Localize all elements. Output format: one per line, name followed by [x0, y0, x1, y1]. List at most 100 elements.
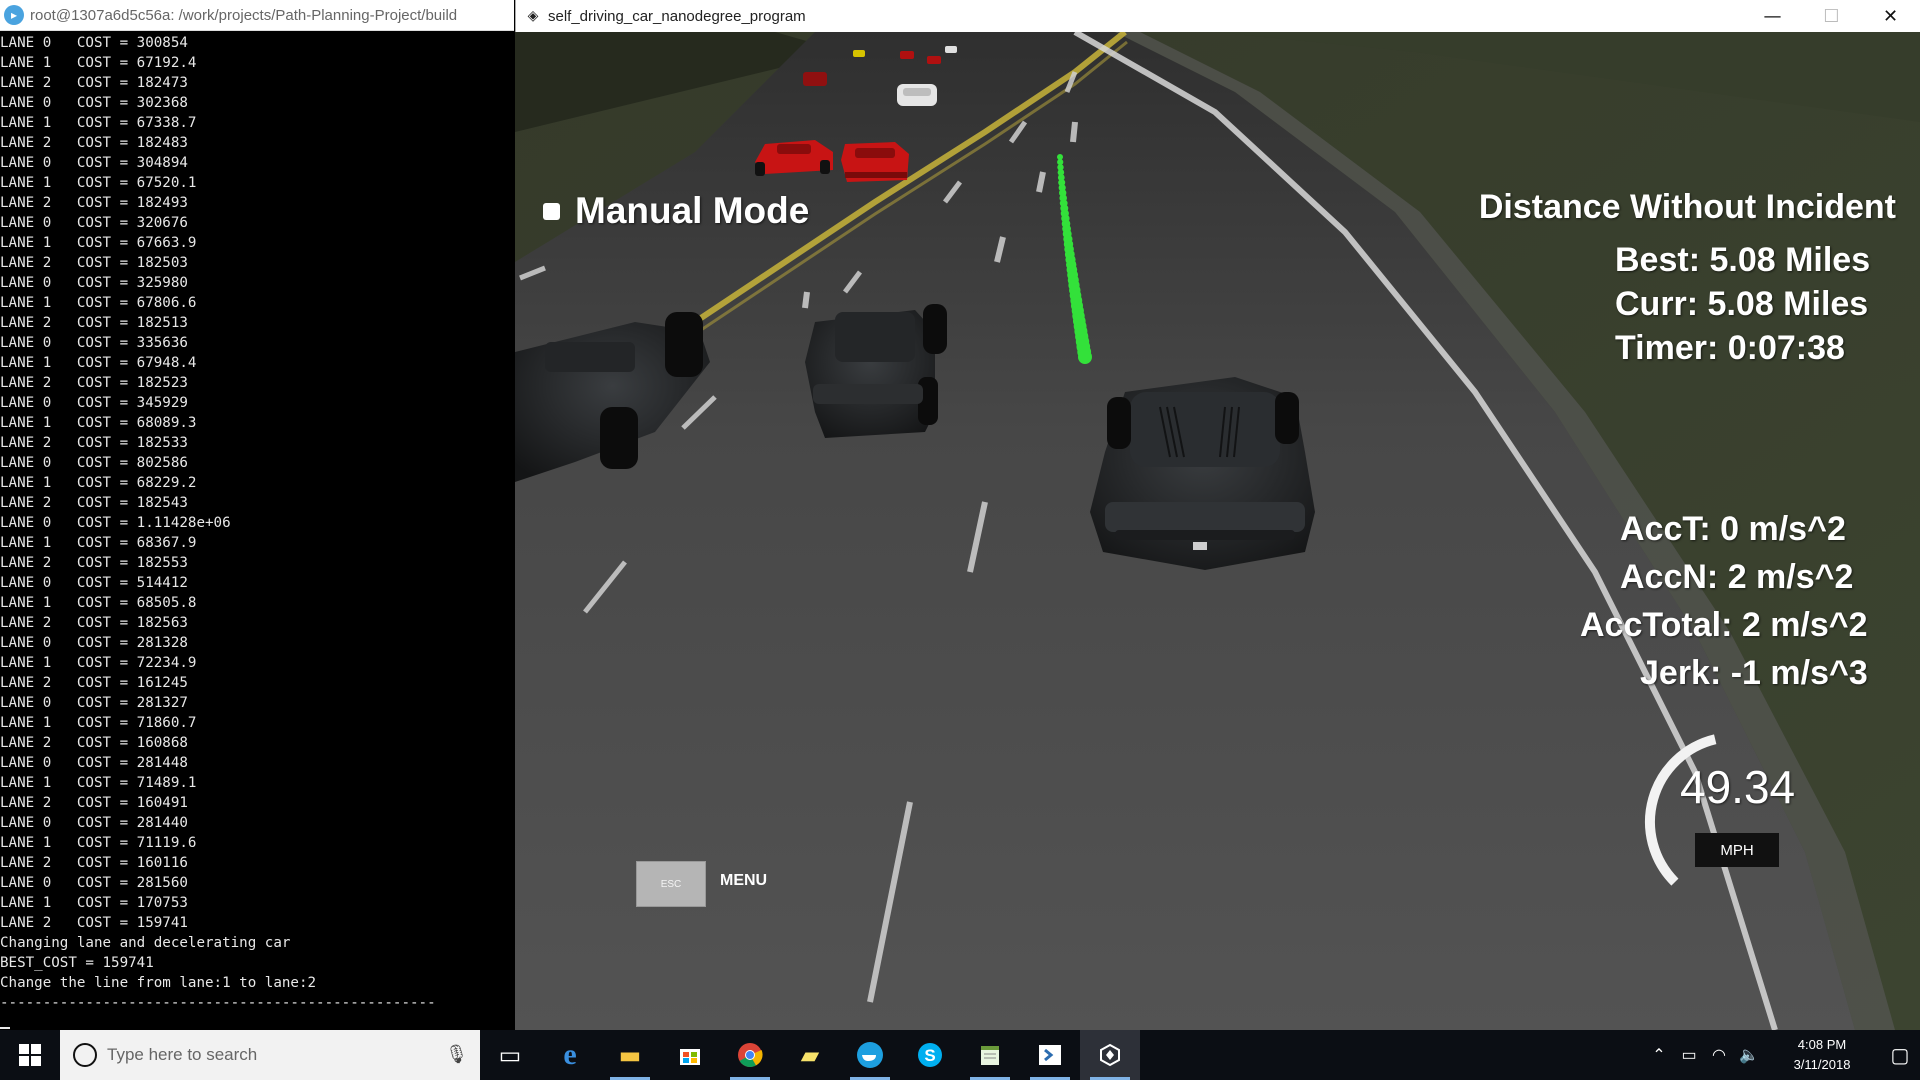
windows-icon [19, 1044, 41, 1066]
wifi-icon[interactable]: ◠ [1704, 1045, 1734, 1065]
terminal-line: LANE 2 COST = 160116 [0, 855, 188, 871]
ego-car [1090, 377, 1315, 570]
terminal-line: LANE 2 COST = 182563 [0, 615, 188, 631]
terminal-line: LANE 0 COST = 514412 [0, 575, 188, 591]
terminal-line: LANE 1 COST = 67192.4 [0, 55, 197, 71]
terminal-line: LANE 0 COST = 345929 [0, 395, 188, 411]
best-distance: Best: 5.08 Miles [1615, 241, 1871, 279]
taskbar: Type here to search 🎙 ▭ e ▬ ▰ S ⌃ ▭ ◠ 🔈 … [0, 1030, 1920, 1080]
terminal-line: LANE 0 COST = 320676 [0, 215, 188, 231]
terminal-line: LANE 0 COST = 304894 [0, 155, 188, 171]
terminal-line: LANE 0 COST = 281328 [0, 635, 188, 651]
search-placeholder: Type here to search [107, 1045, 258, 1064]
car-black-middle [805, 304, 947, 438]
terminal-app-icon: ▸ [4, 5, 24, 25]
terminal-line: LANE 1 COST = 68367.9 [0, 535, 197, 551]
terminal-line: LANE 2 COST = 160868 [0, 735, 188, 751]
terminal-line: BEST_COST = 159741 [0, 955, 154, 971]
docker-icon[interactable] [840, 1030, 900, 1080]
distance-title: Distance Without Incident [1478, 188, 1896, 226]
manual-mode-toggle[interactable]: Manual Mode [543, 190, 809, 232]
minimize-button[interactable]: — [1743, 0, 1802, 32]
terminal-output: LANE 0 COST = 300854 LANE 1 COST = 67192.… [0, 31, 514, 1013]
terminal-line: LANE 2 COST = 182543 [0, 495, 188, 511]
acc-normal: AccN: 2 m/s^2 [1620, 558, 1854, 596]
simulator-titlebar[interactable]: ◈ self_driving_car_nanodegree_program — … [515, 0, 1920, 32]
simulator-title: self_driving_car_nanodegree_program [548, 7, 806, 25]
terminal-line: LANE 1 COST = 71860.7 [0, 715, 197, 731]
microphone-icon[interactable]: 🎙 [445, 1044, 468, 1065]
sticky-notes-icon[interactable]: ▰ [780, 1030, 840, 1080]
speed-value: 49.34 [1680, 761, 1796, 813]
car-white [897, 84, 937, 106]
terminal-line: LANE 1 COST = 72234.9 [0, 655, 197, 671]
terminal-line: LANE 0 COST = 281440 [0, 815, 188, 831]
terminal-line: LANE 2 COST = 182483 [0, 135, 188, 151]
skype-icon[interactable]: S [900, 1030, 960, 1080]
terminal-line: LANE 2 COST = 159741 [0, 915, 188, 931]
terminal-line: LANE 1 COST = 71119.6 [0, 835, 197, 851]
terminal-line: LANE 0 COST = 302368 [0, 95, 188, 111]
terminal-line: LANE 1 COST = 68505.8 [0, 595, 197, 611]
action-center-icon[interactable]: ▢ [1880, 1030, 1920, 1080]
terminal-line: LANE 0 COST = 281560 [0, 875, 188, 891]
terminal-line: LANE 0 COST = 325980 [0, 275, 188, 291]
start-button[interactable] [0, 1030, 60, 1080]
notepad-icon[interactable] [960, 1030, 1020, 1080]
clock-time: 4:08 PM [1797, 1037, 1847, 1052]
distant-car-white-1 [945, 46, 957, 53]
menu-label[interactable]: MENU [720, 872, 767, 890]
edge-icon[interactable]: e [540, 1030, 600, 1080]
jerk: Jerk: -1 m/s^3 [1640, 654, 1868, 692]
terminal-line: LANE 1 COST = 68089.3 [0, 415, 197, 431]
terminal-line: LANE 2 COST = 182493 [0, 195, 188, 211]
car-red-left [755, 140, 833, 176]
speedometer-gauge [1644, 734, 1717, 886]
file-explorer-icon[interactable]: ▬ [600, 1030, 660, 1080]
speed-unit: MPH [1695, 833, 1779, 867]
terminal-line: LANE 0 COST = 335636 [0, 335, 188, 351]
car-red-right [841, 142, 909, 182]
clock[interactable]: 4:08 PM 3/11/2018 [1772, 1035, 1872, 1075]
path-point [1078, 350, 1092, 364]
task-view-icon[interactable]: ▭ [480, 1030, 540, 1080]
svg-text:S: S [924, 1046, 935, 1065]
show-hidden-icons-icon[interactable]: ⌃ [1644, 1045, 1674, 1065]
unity-icon[interactable] [1080, 1030, 1140, 1080]
terminal-window[interactable]: ▸ root@1307a6d5c56a: /work/projects/Path… [0, 0, 514, 1030]
terminal-line: LANE 2 COST = 182553 [0, 555, 188, 571]
terminal-line: LANE 1 COST = 71489.1 [0, 775, 197, 791]
simulator-window[interactable]: ◈ self_driving_car_nanodegree_program — … [515, 0, 1920, 1030]
terminal-line: Changing lane and decelerating car [0, 935, 291, 951]
simulator-viewport[interactable]: Manual Mode Distance Without Incident Be… [515, 32, 1920, 1030]
manual-mode-checkbox[interactable] [543, 202, 560, 220]
terminal-line: LANE 1 COST = 170753 [0, 895, 188, 911]
taskbar-search[interactable]: Type here to search 🎙 [60, 1030, 480, 1080]
close-button[interactable]: ✕ [1861, 0, 1920, 32]
acc-total: AccTotal: 2 m/s^2 [1580, 606, 1868, 644]
terminal-line: LANE 0 COST = 281448 [0, 755, 188, 771]
cortana-icon [73, 1043, 97, 1067]
remote-desktop-icon[interactable] [1020, 1030, 1080, 1080]
terminal-line: LANE 1 COST = 67338.7 [0, 115, 197, 131]
chrome-icon[interactable] [720, 1030, 780, 1080]
terminal-line: LANE 0 COST = 300854 [0, 35, 188, 51]
maximize-button[interactable]: ☐ [1802, 0, 1861, 32]
store-icon[interactable] [660, 1030, 720, 1080]
terminal-title: root@1307a6d5c56a: /work/projects/Path-P… [30, 6, 458, 24]
terminal-titlebar[interactable]: ▸ root@1307a6d5c56a: /work/projects/Path… [0, 0, 514, 31]
terminal-line: LANE 1 COST = 68229.2 [0, 475, 197, 491]
terminal-line: LANE 0 COST = 1.11428e+06 [0, 515, 231, 531]
distant-car-red-1 [900, 51, 914, 59]
terminal-line: LANE 1 COST = 67806.6 [0, 295, 197, 311]
terminal-line: LANE 0 COST = 802586 [0, 455, 188, 471]
terminal-line: LANE 2 COST = 182523 [0, 375, 188, 391]
battery-icon[interactable]: ▭ [1674, 1045, 1704, 1065]
distant-car-red-2 [927, 56, 941, 64]
esc-key[interactable]: ESC [636, 861, 706, 907]
terminal-line: LANE 1 COST = 67948.4 [0, 355, 197, 371]
terminal-line: LANE 2 COST = 182513 [0, 315, 188, 331]
terminal-line: Change the line from lane:1 to lane:2 [0, 975, 317, 991]
distant-car-red-3 [803, 72, 827, 86]
volume-icon[interactable]: 🔈 [1734, 1045, 1764, 1065]
